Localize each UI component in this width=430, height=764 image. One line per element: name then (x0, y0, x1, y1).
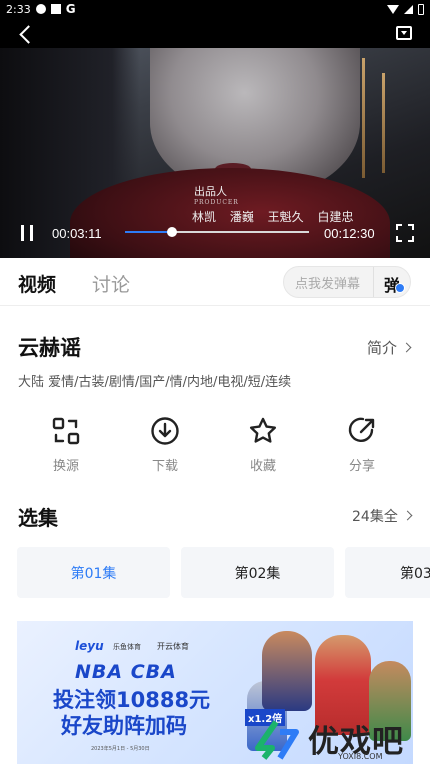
episode-list: 第01集 第02集 第03集 (0, 547, 430, 599)
banner-note: 2023年5月1日 - 5月30日 (91, 746, 150, 752)
credits-role: 出品人 (194, 185, 227, 198)
player-controls: 00:03:11 00:12:30 (0, 218, 430, 248)
tab-discussion[interactable]: 讨论 (92, 270, 130, 297)
download-button[interactable]: 下载 (135, 416, 195, 474)
banner-player (262, 631, 312, 711)
fullscreen-icon[interactable] (396, 224, 414, 242)
switch-source-icon (51, 416, 81, 446)
episodes-title: 选集 (18, 506, 58, 530)
switch-source-label: 换源 (52, 459, 79, 474)
credits-role-en: PRODUCER (194, 199, 239, 206)
status-time: 2:33 (6, 2, 31, 16)
tab-video[interactable]: 视频 (18, 270, 56, 297)
show-title: 云赫谣 (18, 336, 81, 360)
status-bar: 2:33 G (0, 0, 430, 18)
pause-icon[interactable] (20, 225, 34, 241)
progress-handle[interactable] (166, 227, 177, 237)
favorite-button[interactable]: 收藏 (233, 416, 293, 474)
danmaku-bar: 点我发弹幕 弹 (283, 266, 411, 298)
banner-brand: leyu (75, 639, 104, 653)
share-label: 分享 (348, 459, 375, 474)
action-row: 换源 下载 收藏 分享 (0, 416, 430, 476)
progress-fill (125, 231, 172, 233)
danmaku-divider (373, 267, 374, 297)
favorite-star-icon (248, 416, 278, 446)
favorite-label: 收藏 (249, 459, 276, 474)
hair-ornament (362, 58, 365, 178)
video-top-bar (0, 18, 430, 48)
episode-item-3[interactable]: 第03集 (345, 547, 430, 598)
watermark-url: YOXI8.COM (338, 752, 383, 761)
all-episodes-label: 24集全 (352, 509, 398, 525)
banner-brand-sub: 乐鱼体育 (113, 643, 141, 651)
share-button[interactable]: 分享 (332, 416, 392, 474)
video-player[interactable]: 出品人 PRODUCER 林凯 潘巍 王魁久 白建忠 00:03:11 00:1… (0, 18, 430, 258)
progress-bar[interactable] (125, 227, 309, 237)
share-icon (347, 416, 377, 446)
download-label: 下载 (151, 459, 178, 474)
google-icon: G (65, 2, 76, 16)
banner-headline-1: NBA CBA (75, 661, 177, 683)
switch-source-button[interactable]: 换源 (36, 416, 96, 474)
chevron-right-icon (402, 510, 413, 521)
show-tags: 大陆 爱情/古装/剧情/国产/情/内地/电视/短/连续 (18, 375, 292, 390)
danmaku-enabled-icon (395, 283, 405, 293)
hair-ornament (382, 73, 385, 173)
bluetooth-icon (35, 4, 46, 14)
banner-partner: 开云体育 (157, 642, 189, 651)
battery-icon (418, 3, 424, 15)
all-episodes-link[interactable]: 24集全 (352, 506, 413, 526)
watermark: 优戏吧 YOXI8.COM (250, 716, 430, 764)
wifi-icon (387, 4, 399, 14)
current-time: 00:03:11 (52, 225, 102, 241)
back-arrow-icon[interactable] (14, 24, 40, 48)
chevron-right-icon (401, 342, 412, 353)
intro-label: 简介 (367, 339, 398, 357)
banner-headline-3: 好友助阵加码 (61, 714, 187, 738)
danmaku-input[interactable]: 点我发弹幕 (295, 273, 360, 292)
content-tabs: 视频 讨论 点我发弹幕 弹 (0, 258, 430, 306)
intro-link[interactable]: 简介 (367, 337, 412, 358)
episode-item-1[interactable]: 第01集 (17, 547, 170, 598)
signal-icon (404, 4, 413, 14)
episode-item-2[interactable]: 第02集 (181, 547, 334, 598)
duration-time: 00:12:30 (324, 225, 375, 241)
download-icon (150, 416, 180, 446)
cast-screen-icon[interactable] (396, 26, 412, 40)
android-icon (50, 4, 61, 14)
watermark-logo-icon (255, 720, 299, 760)
